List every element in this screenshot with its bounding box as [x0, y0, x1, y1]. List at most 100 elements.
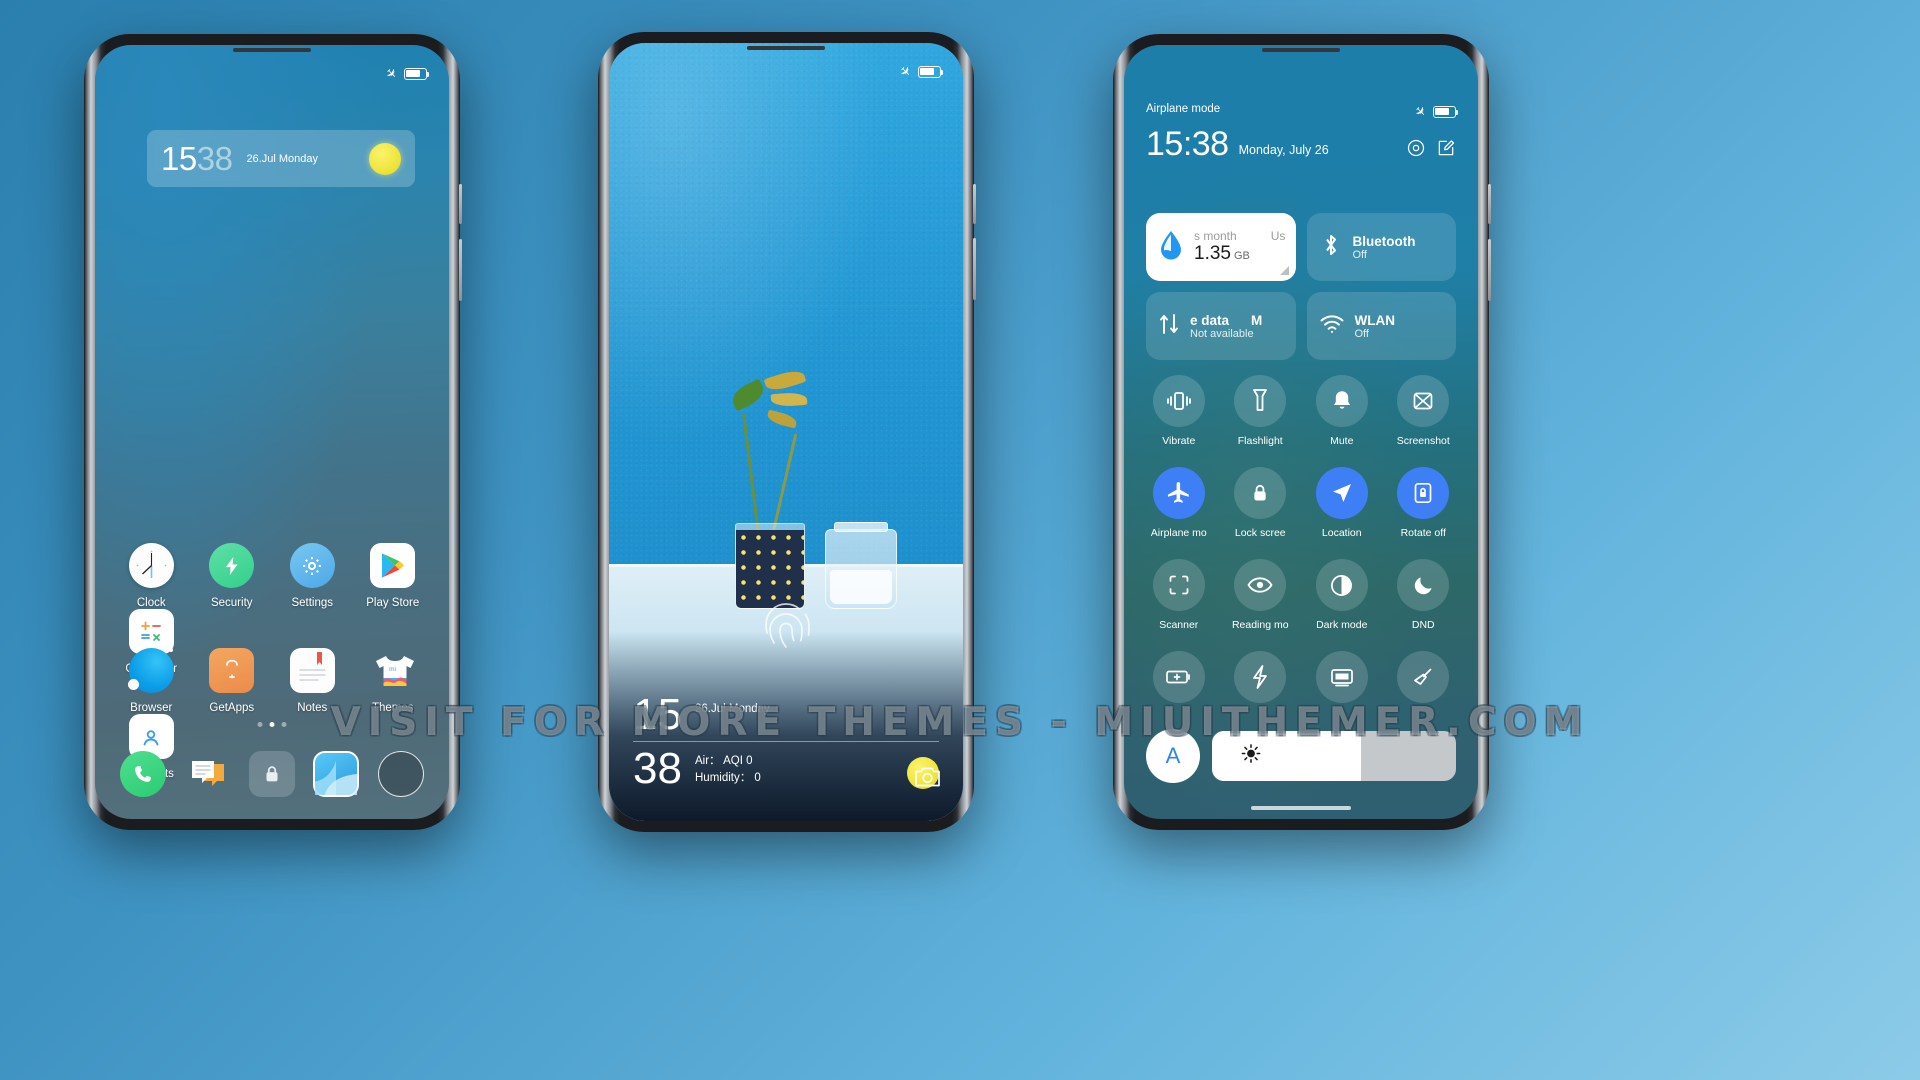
toggle-vibrate[interactable]: Vibrate: [1138, 375, 1220, 447]
toggle-dark-mode[interactable]: Dark mode: [1301, 559, 1383, 631]
divider: [633, 740, 939, 742]
phone-icon[interactable]: [120, 751, 167, 797]
airplane-icon: ✈: [896, 62, 915, 81]
lock-icon[interactable]: [248, 751, 295, 797]
water-drop-icon: [1158, 230, 1184, 265]
tile-mobile-data[interactable]: e data M Not available: [1146, 292, 1296, 360]
lockscreen-clock: 15 26.Jul Monday 38 Air： AQI 0 Humidity：…: [633, 692, 939, 793]
toggle-rotate-off[interactable]: Rotate off: [1383, 467, 1465, 539]
fingerprint-icon[interactable]: [757, 597, 815, 655]
page-dot-active: [269, 722, 275, 727]
toggle-lock-screen[interactable]: Lock scree: [1220, 467, 1302, 539]
toggle-mute[interactable]: Mute: [1301, 375, 1383, 447]
toggle-flashlight[interactable]: Flashlight: [1220, 375, 1302, 447]
app-notes[interactable]: Notes: [272, 648, 353, 714]
toggle-grid: Vibrate Flashlight Mute Screenshot Airpl…: [1138, 375, 1464, 711]
message-icon[interactable]: [185, 751, 231, 797]
toggle-label: Dark mode: [1316, 619, 1368, 631]
volume-button[interactable]: [459, 239, 462, 301]
eye-icon: [1234, 559, 1287, 611]
screenshot-icon: [1397, 375, 1450, 427]
tile-data-value: 1.35: [1194, 243, 1231, 264]
toggle-label: Reading mo: [1231, 619, 1289, 631]
screen-home: ✈ 15 38 26.Jul Monday Clock Security Set…: [95, 45, 449, 819]
lock-icon: [1234, 467, 1287, 519]
brightness-slider-fill: [1212, 731, 1361, 781]
play-store-icon: [370, 543, 416, 588]
volume-button[interactable]: [973, 238, 976, 300]
gallery-icon[interactable]: [313, 751, 360, 797]
location-arrow-icon: [1315, 467, 1368, 519]
app-browser[interactable]: Browser: [111, 648, 192, 714]
toggle-screenshot[interactable]: Screenshot: [1383, 375, 1465, 447]
control-center-header: 15:38 Monday, July 26: [1146, 127, 1456, 161]
toggle-airplane-mode[interactable]: Airplane mo: [1138, 467, 1220, 539]
shield-bolt-icon: [209, 543, 255, 588]
power-button[interactable]: [459, 184, 462, 224]
lock-minute: 38: [633, 743, 682, 793]
gear-icon: [289, 543, 335, 588]
app-security[interactable]: Security: [192, 543, 273, 609]
tile-data-usage[interactable]: s month Us 1.35 GB: [1146, 213, 1296, 281]
vibrate-icon: [1152, 375, 1205, 427]
toggle-dnd[interactable]: DND: [1383, 559, 1465, 631]
status-bar-lock: ✈: [896, 62, 944, 81]
screen-control-center: Airplane mode ✈ 15:38 Monday, July 26 s …: [1124, 45, 1478, 819]
brightness-slider[interactable]: [1212, 731, 1456, 781]
resize-corner-icon[interactable]: [1279, 266, 1289, 275]
scan-frame-icon: [1152, 559, 1205, 611]
tshirt-icon: mi: [370, 648, 415, 693]
cc-date: Monday, July 26: [1238, 143, 1329, 157]
earpiece-speaker: [747, 46, 825, 50]
bluetooth-icon: [1319, 232, 1343, 263]
screen-lock: ✈ 15 26.Jul Monday 38 Air： AQI 0 Humidit: [609, 43, 963, 821]
page-dot: [281, 722, 287, 727]
app-getapps[interactable]: GetApps: [192, 648, 273, 714]
flashlight-icon: [1234, 375, 1287, 427]
airplane-icon: [1152, 467, 1205, 519]
app-themes[interactable]: mi Themes: [353, 648, 434, 714]
tile-title: e data: [1190, 312, 1230, 328]
power-button[interactable]: [973, 184, 976, 224]
power-button[interactable]: [1488, 184, 1491, 224]
quick-tiles: s month Us 1.35 GB Bluetooth Off e data …: [1146, 213, 1456, 360]
app-clock[interactable]: Clock: [111, 543, 192, 609]
toggle-battery-saver[interactable]: [1138, 651, 1220, 711]
tile-data-used-label: Us: [1270, 229, 1286, 243]
navigation-bar[interactable]: [1251, 806, 1351, 810]
auto-brightness-button[interactable]: A: [1146, 729, 1200, 783]
app-play-store[interactable]: Play Store: [353, 543, 434, 609]
broom-icon: [1397, 651, 1450, 703]
edit-icon[interactable]: [1436, 138, 1456, 158]
toggle-label: DND: [1411, 619, 1435, 631]
notes-icon: [289, 648, 335, 693]
toggle-bolt[interactable]: [1220, 651, 1302, 711]
tile-bluetooth[interactable]: Bluetooth Off: [1306, 213, 1456, 281]
battery-plus-icon: [1152, 651, 1205, 703]
airplane-icon: ✈: [1411, 102, 1430, 121]
app-label: GetApps: [209, 702, 255, 714]
wallpaper-plant: [721, 367, 897, 609]
toggle-label: Vibrate: [1162, 435, 1196, 447]
circle-icon[interactable]: [377, 751, 424, 797]
page-dot: [257, 722, 263, 727]
toggle-cast[interactable]: [1301, 651, 1383, 711]
clock-widget[interactable]: 15 38 26.Jul Monday: [147, 130, 415, 187]
cast-screen-icon: [1315, 651, 1368, 703]
toggle-reading-mode[interactable]: Reading mo: [1220, 559, 1302, 631]
lock-date: 26.Jul Monday: [695, 703, 770, 716]
tile-subtitle: Not available: [1190, 327, 1254, 340]
toggle-scanner[interactable]: Scanner: [1138, 559, 1220, 631]
tile-wlan[interactable]: WLAN Off: [1306, 292, 1456, 360]
app-settings[interactable]: Settings: [272, 543, 353, 609]
contrast-icon: [1315, 559, 1368, 611]
settings-icon[interactable]: [1406, 138, 1426, 158]
toggle-cleaner[interactable]: [1383, 651, 1465, 711]
toggle-location[interactable]: Location: [1301, 467, 1383, 539]
battery-icon: [404, 67, 430, 80]
camera-icon[interactable]: [914, 765, 941, 793]
volume-button[interactable]: [1488, 239, 1491, 301]
brightness-icon: [1240, 743, 1262, 770]
lock-weather-info: Air： AQI 0 Humidity： 0: [695, 753, 907, 789]
dock: [111, 751, 433, 797]
